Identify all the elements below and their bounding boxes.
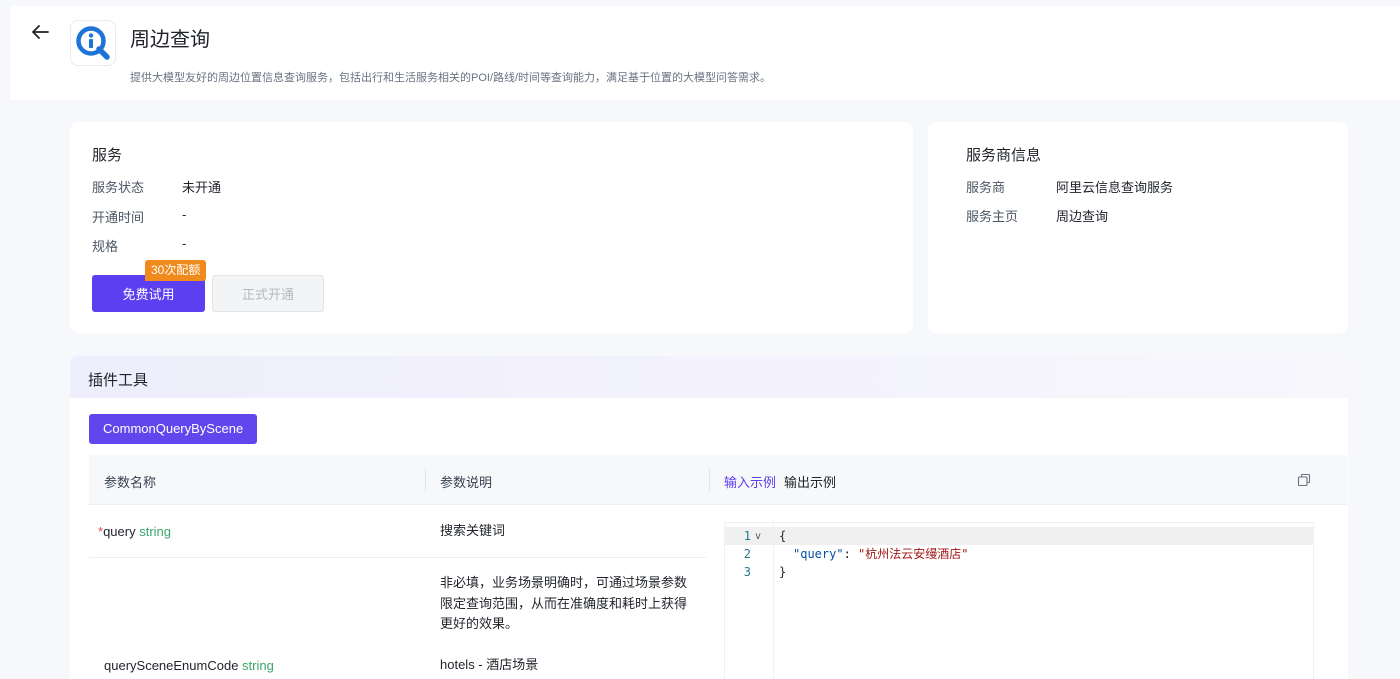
table-row: querySceneEnumCode string — [104, 658, 274, 673]
code-text: } — [779, 565, 787, 579]
column-param-desc: 参数说明 — [440, 475, 493, 490]
service-status-label: 服务状态 — [92, 180, 145, 195]
copy-icon[interactable] — [1297, 473, 1311, 487]
homepage-label: 服务主页 — [966, 209, 1019, 224]
quota-badge: 30次配额 — [145, 260, 207, 281]
service-status-value: 未开通 — [182, 180, 222, 195]
page-title: 周边查询 — [130, 29, 210, 51]
tab-output-example[interactable]: 输出示例 — [784, 472, 836, 491]
service-title: 服务 — [92, 147, 123, 164]
provider-title: 服务商信息 — [966, 147, 1042, 164]
page-header — [10, 6, 1400, 100]
params-table-header: 参数名称 参数说明 输入示例 输出示例 — [89, 455, 1347, 505]
provider-card: 服务商信息 服务商 阿里云信息查询服务 服务主页 周边查询 — [928, 122, 1348, 333]
line-number: 1 — [743, 529, 751, 543]
param-description-line: 非必填，业务场景明确时，可通过场景参数 — [440, 575, 688, 590]
code-line: 3 } — [725, 563, 1313, 581]
open-time-label: 开通时间 — [92, 210, 145, 225]
plugin-tools-title: 插件工具 — [88, 372, 149, 389]
code-text: { — [779, 529, 787, 543]
param-name: query — [103, 524, 136, 539]
param-description-line: 限定查询范围，从而在准确度和耗时上获得 — [440, 595, 688, 611]
plugin-tools-section: 插件工具 CommonQueryByScene 参数名称 参数说明 输入示例 输… — [70, 356, 1348, 679]
param-description-line: 更好的效果。 — [440, 616, 519, 631]
param-type: string — [242, 658, 274, 673]
line-number: 2 — [743, 547, 751, 561]
search-info-icon — [76, 26, 110, 60]
row-divider — [89, 557, 706, 558]
code-text: "query": "杭州法云安缦酒店" — [793, 545, 968, 563]
spec-value: - — [182, 236, 187, 251]
param-description: 搜索关键词 — [440, 523, 506, 538]
service-logo — [70, 20, 116, 66]
code-line: 2 "query": "杭州法云安缦酒店" — [725, 545, 1313, 563]
homepage-value[interactable]: 周边查询 — [1056, 206, 1108, 225]
fold-chevron-icon[interactable]: v — [755, 528, 761, 546]
input-example-code-editor[interactable]: 1 v { 2 "query": "杭州法云安缦酒店" 3 } — [724, 522, 1314, 679]
param-name: querySceneEnumCode — [104, 658, 239, 673]
tab-input-example[interactable]: 输入示例 — [724, 472, 776, 491]
provider-value: 阿里云信息查询服务 — [1056, 180, 1174, 195]
json-key: "query" — [793, 547, 844, 561]
formal-open-button[interactable]: 正式开通 — [212, 275, 324, 312]
service-card: 服务 服务状态 未开通 开通时间 - 规格 - 免费试用 30次配额 正式开通 — [70, 122, 913, 333]
json-colon: : — [843, 547, 859, 561]
page-description: 提供大模型友好的周边位置信息查询服务，包括出行和生活服务相关的POI/路线/时间… — [130, 72, 772, 84]
code-line: 1 v { — [725, 527, 1313, 545]
spec-label: 规格 — [92, 239, 119, 254]
column-divider — [425, 469, 426, 491]
plugin-tools-header: 插件工具 — [70, 356, 1348, 398]
provider-label: 服务商 — [966, 180, 1006, 195]
open-time-value: - — [182, 207, 187, 222]
arrow-left-icon — [32, 25, 49, 39]
table-row: *query string — [98, 524, 171, 539]
json-value: "杭州法云安缦酒店" — [858, 547, 969, 561]
back-button[interactable] — [28, 20, 52, 44]
column-divider — [709, 469, 710, 491]
line-number: 3 — [743, 565, 751, 579]
tool-tab-commonquerybyscene[interactable]: CommonQueryByScene — [89, 414, 258, 444]
param-enum-value: hotels - 酒店场景 — [440, 657, 539, 672]
param-type: string — [139, 524, 172, 539]
column-param-name: 参数名称 — [104, 475, 157, 490]
